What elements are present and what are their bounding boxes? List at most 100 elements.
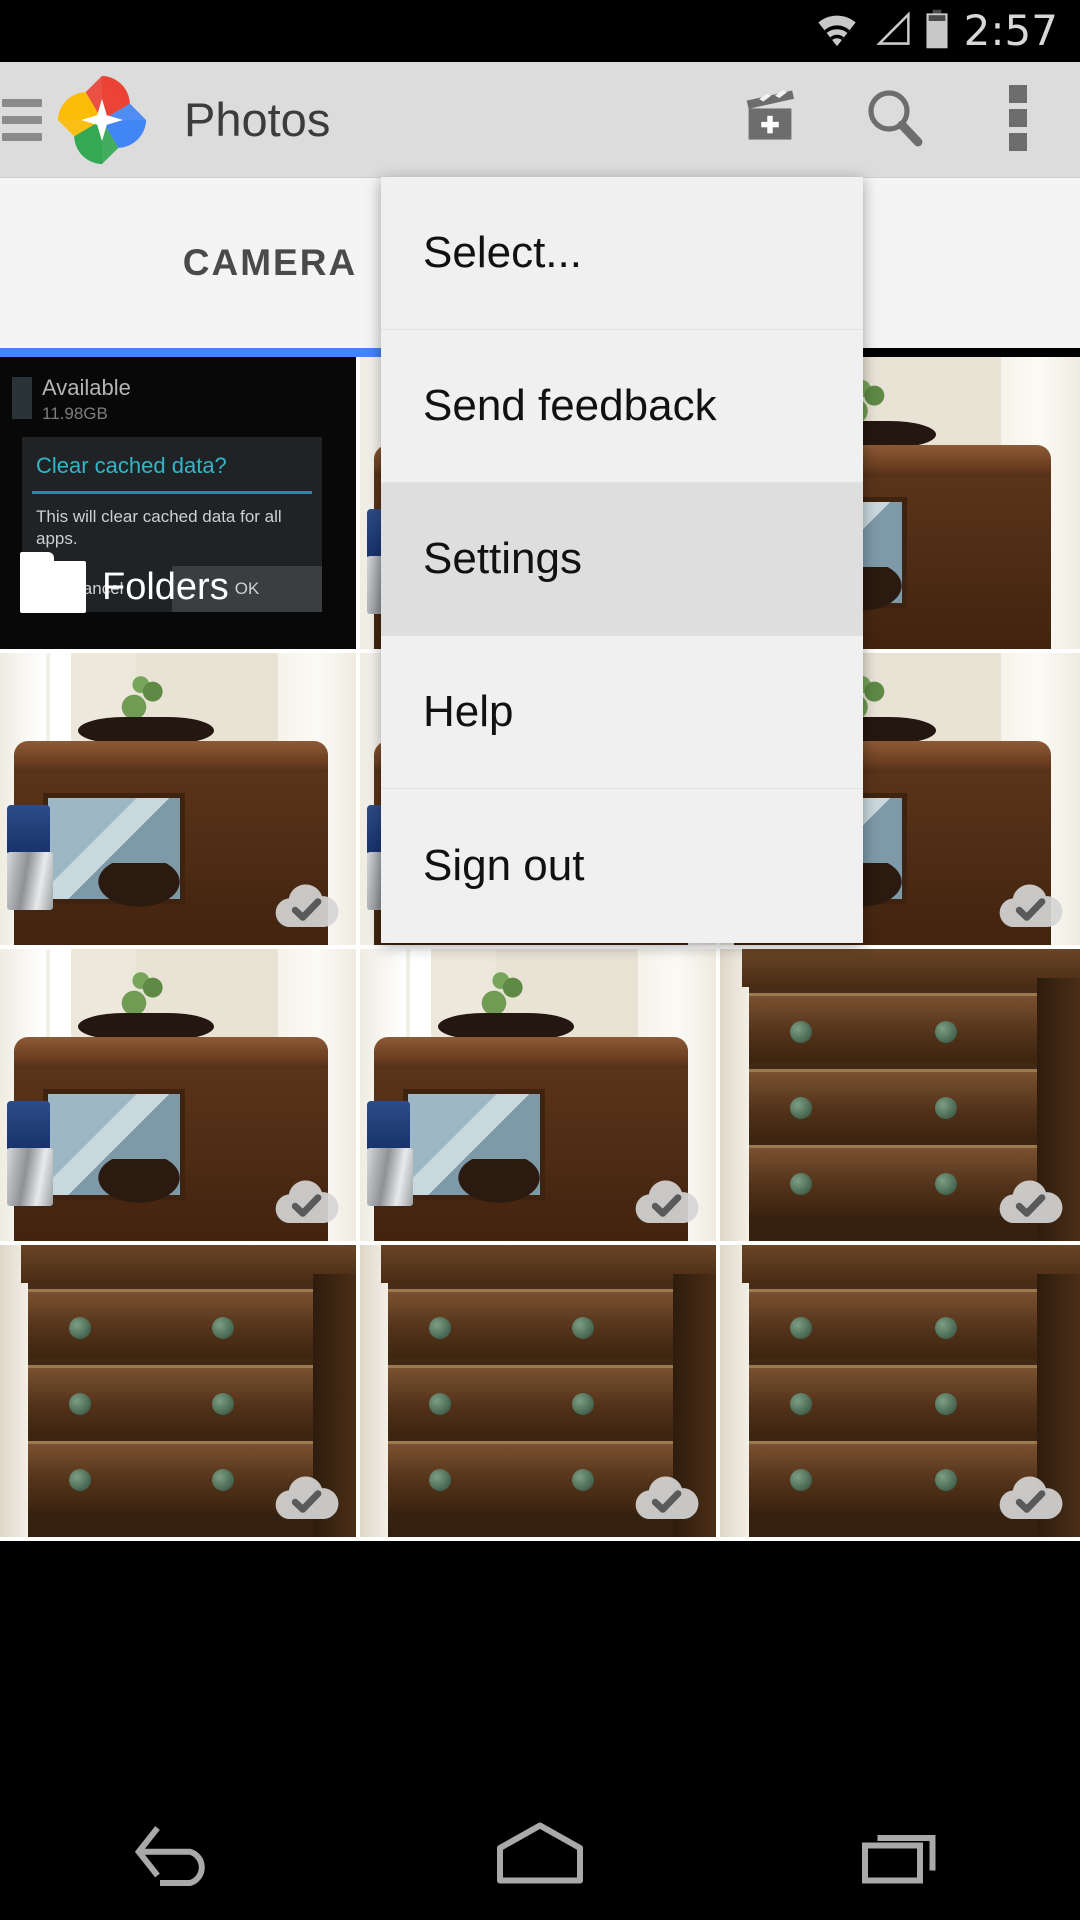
cell-signal-icon (872, 10, 912, 53)
cloud-backup-done-icon (994, 1471, 1066, 1523)
photo-detail (741, 1245, 1080, 1283)
battery-icon (924, 9, 950, 54)
photo-detail (572, 1317, 595, 1340)
photo-detail (790, 1021, 813, 1044)
recents-icon (850, 1818, 950, 1893)
photo-detail (7, 804, 50, 858)
photo-detail (28, 1364, 321, 1435)
photo-detail (748, 1364, 1044, 1435)
dialog-message: This will clear cached data for all apps… (36, 507, 282, 549)
nav-recents-button[interactable] (800, 1790, 1000, 1920)
photo-tile-dresser-4[interactable] (720, 1245, 1080, 1541)
nav-home-button[interactable] (440, 1790, 640, 1920)
nav-back-button[interactable] (80, 1790, 280, 1920)
menu-item-sign-out[interactable]: Sign out (381, 789, 863, 942)
photo-detail (429, 1469, 452, 1492)
photo-detail (374, 1036, 688, 1072)
photo-detail (69, 1393, 92, 1416)
overflow-button[interactable] (956, 62, 1080, 178)
photo-tile-dresser-1[interactable] (720, 949, 1080, 1245)
photo-detail (452, 1159, 546, 1206)
hamburger-menu-icon[interactable] (0, 98, 44, 141)
photo-detail (720, 949, 749, 1241)
photo-detail (748, 992, 1044, 1063)
photo-detail (381, 1245, 716, 1283)
folder-icon (20, 552, 86, 613)
menu-item-select[interactable]: Select... (381, 177, 863, 330)
photo-detail (69, 1469, 92, 1492)
page-title: Photos (184, 93, 331, 146)
storage-available-label: Available (42, 375, 131, 400)
photo-detail (0, 1245, 29, 1537)
home-icon (490, 1818, 590, 1893)
photo-detail (748, 1288, 1044, 1359)
photo-tile-screenshot[interactable]: Available 11.98GB Clear cached data? Thi… (0, 357, 360, 653)
photo-detail (360, 1245, 389, 1537)
storage-available-value: 11.98GB (42, 404, 108, 423)
photo-detail (14, 740, 328, 776)
search-icon (860, 83, 928, 156)
photo-tile-dresser-3[interactable] (360, 1245, 720, 1541)
photo-detail (790, 1393, 813, 1416)
photo-detail (790, 1317, 813, 1340)
search-button[interactable] (832, 62, 956, 178)
menu-item-help[interactable]: Help (381, 636, 863, 789)
photo-tile-dresser-2[interactable] (0, 1245, 360, 1541)
cloud-backup-done-icon (994, 1175, 1066, 1227)
movie-clapper-plus-icon (735, 82, 805, 157)
action-bar: Photos (0, 62, 1080, 178)
photo-detail (720, 1245, 749, 1537)
photo-detail (790, 1469, 813, 1492)
status-bar: 2:57 (0, 0, 1080, 62)
photo-detail (92, 1159, 186, 1206)
photo-detail (934, 1317, 957, 1340)
photo-detail (388, 1288, 681, 1359)
photo-detail (78, 717, 214, 744)
cloud-backup-done-icon (630, 1471, 702, 1523)
photo-detail (934, 1173, 957, 1196)
photo-detail (212, 1317, 235, 1340)
google-photos-pinwheel-logo (54, 72, 150, 168)
photo-tile-room-3[interactable] (0, 653, 360, 949)
photo-detail (934, 1021, 957, 1044)
status-time: 2:57 (963, 6, 1058, 55)
photo-detail (790, 1097, 813, 1120)
photo-detail (429, 1317, 452, 1340)
photo-detail (741, 949, 1080, 987)
storage-bar-chip (12, 377, 32, 419)
photo-detail (934, 1097, 957, 1120)
new-movie-button[interactable] (708, 62, 832, 178)
photo-tile-room-6[interactable] (0, 949, 360, 1245)
photo-detail (7, 851, 54, 910)
photo-detail (28, 1288, 321, 1359)
photo-tile-room-7[interactable] (360, 949, 720, 1245)
photo-detail (388, 1364, 681, 1435)
photo-detail (572, 1469, 595, 1492)
menu-item-settings[interactable]: Settings (381, 483, 863, 636)
photo-detail (21, 1245, 356, 1283)
storage-available-row: Available 11.98GB (42, 375, 131, 424)
cloud-backup-done-icon (270, 879, 342, 931)
more-vert-icon (1008, 81, 1028, 158)
photo-detail (69, 1317, 92, 1340)
cloud-backup-done-icon (270, 1471, 342, 1523)
photo-detail (429, 1393, 452, 1416)
photo-detail (367, 1100, 410, 1154)
folders-label: Folders (102, 565, 229, 608)
wifi-icon (814, 10, 860, 53)
photo-detail (212, 1393, 235, 1416)
cloud-backup-done-icon (270, 1175, 342, 1227)
cloud-backup-done-icon (630, 1175, 702, 1227)
cloud-backup-done-icon (994, 879, 1066, 931)
android-nav-bar (0, 1790, 1080, 1920)
photo-detail (78, 1013, 214, 1040)
overflow-menu: Select... Send feedback Settings Help Si… (381, 177, 863, 943)
menu-item-send-feedback[interactable]: Send feedback (381, 330, 863, 483)
photo-detail (212, 1469, 235, 1492)
photo-detail (367, 1147, 414, 1206)
folders-overlay[interactable]: Folders (20, 552, 229, 613)
photo-detail (7, 1100, 50, 1154)
action-bar-actions (708, 62, 1080, 178)
photo-detail (7, 1147, 54, 1206)
back-arrow-icon (125, 1818, 235, 1893)
